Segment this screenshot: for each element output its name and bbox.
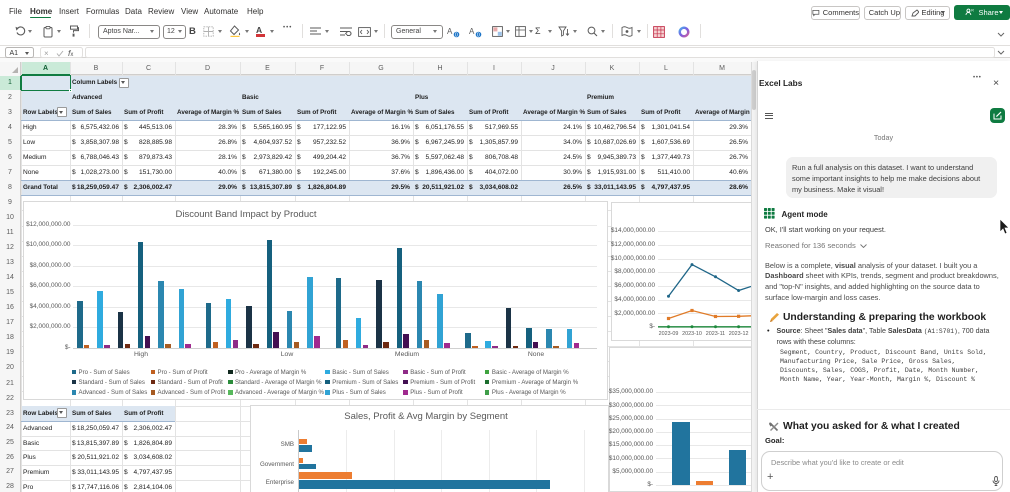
svg-text:A: A	[447, 27, 453, 36]
svg-text:A: A	[469, 27, 475, 36]
svg-text:0: 0	[455, 32, 458, 37]
svg-text:R: R	[972, 9, 975, 13]
svg-text:0: 0	[477, 32, 480, 37]
